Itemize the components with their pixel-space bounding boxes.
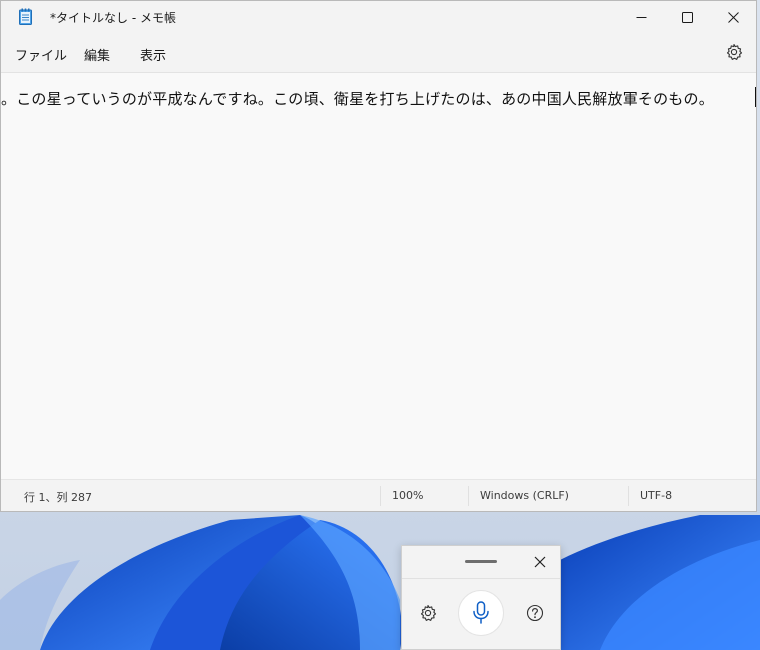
close-icon[interactable] bbox=[532, 554, 548, 570]
panel-divider bbox=[402, 578, 560, 579]
editor-content[interactable]: 。この星っていうのが平成なんですね。この頃、衛星を打ち上げたのは、あの中国人民解… bbox=[1, 88, 714, 109]
window-title: *タイトルなし - メモ帳 bbox=[50, 11, 176, 25]
menu-bar: ファイル 編集 表示 bbox=[1, 33, 756, 73]
microphone-icon bbox=[473, 601, 489, 624]
voice-typing-panel bbox=[401, 545, 561, 650]
menu-edit[interactable]: 編集 bbox=[84, 45, 110, 64]
title-bar[interactable]: *タイトルなし - メモ帳 bbox=[1, 1, 756, 33]
minimize-icon bbox=[636, 16, 646, 18]
status-divider bbox=[468, 486, 469, 506]
gear-icon[interactable] bbox=[725, 43, 743, 61]
menu-file[interactable]: ファイル bbox=[15, 45, 67, 64]
status-bar: 行 1、列 287 100% Windows (CRLF) UTF-8 bbox=[1, 479, 756, 511]
drag-handle[interactable] bbox=[465, 560, 497, 563]
zoom-level: 100% bbox=[392, 489, 424, 502]
encoding: UTF-8 bbox=[640, 489, 673, 502]
maximize-button[interactable] bbox=[664, 1, 710, 33]
cursor-position: 行 1、列 287 bbox=[24, 491, 92, 504]
close-button[interactable] bbox=[710, 1, 756, 33]
notepad-window: *タイトルなし - メモ帳 ファイル 編集 表示 。この星っていうのが平成なんで… bbox=[0, 0, 757, 512]
maximize-icon bbox=[681, 11, 693, 23]
close-icon bbox=[727, 11, 739, 23]
help-icon[interactable] bbox=[526, 604, 544, 622]
text-editor[interactable]: 。この星っていうのが平成なんですね。この頃、衛星を打ち上げたのは、あの中国人民解… bbox=[1, 73, 756, 481]
minimize-button[interactable] bbox=[618, 1, 664, 33]
gear-icon[interactable] bbox=[419, 604, 437, 622]
status-divider bbox=[628, 486, 629, 506]
line-ending: Windows (CRLF) bbox=[480, 489, 569, 502]
microphone-button[interactable] bbox=[458, 590, 504, 636]
status-divider bbox=[380, 486, 381, 506]
notepad-icon bbox=[19, 8, 32, 25]
text-caret bbox=[755, 87, 756, 107]
menu-view[interactable]: 表示 bbox=[140, 45, 166, 64]
